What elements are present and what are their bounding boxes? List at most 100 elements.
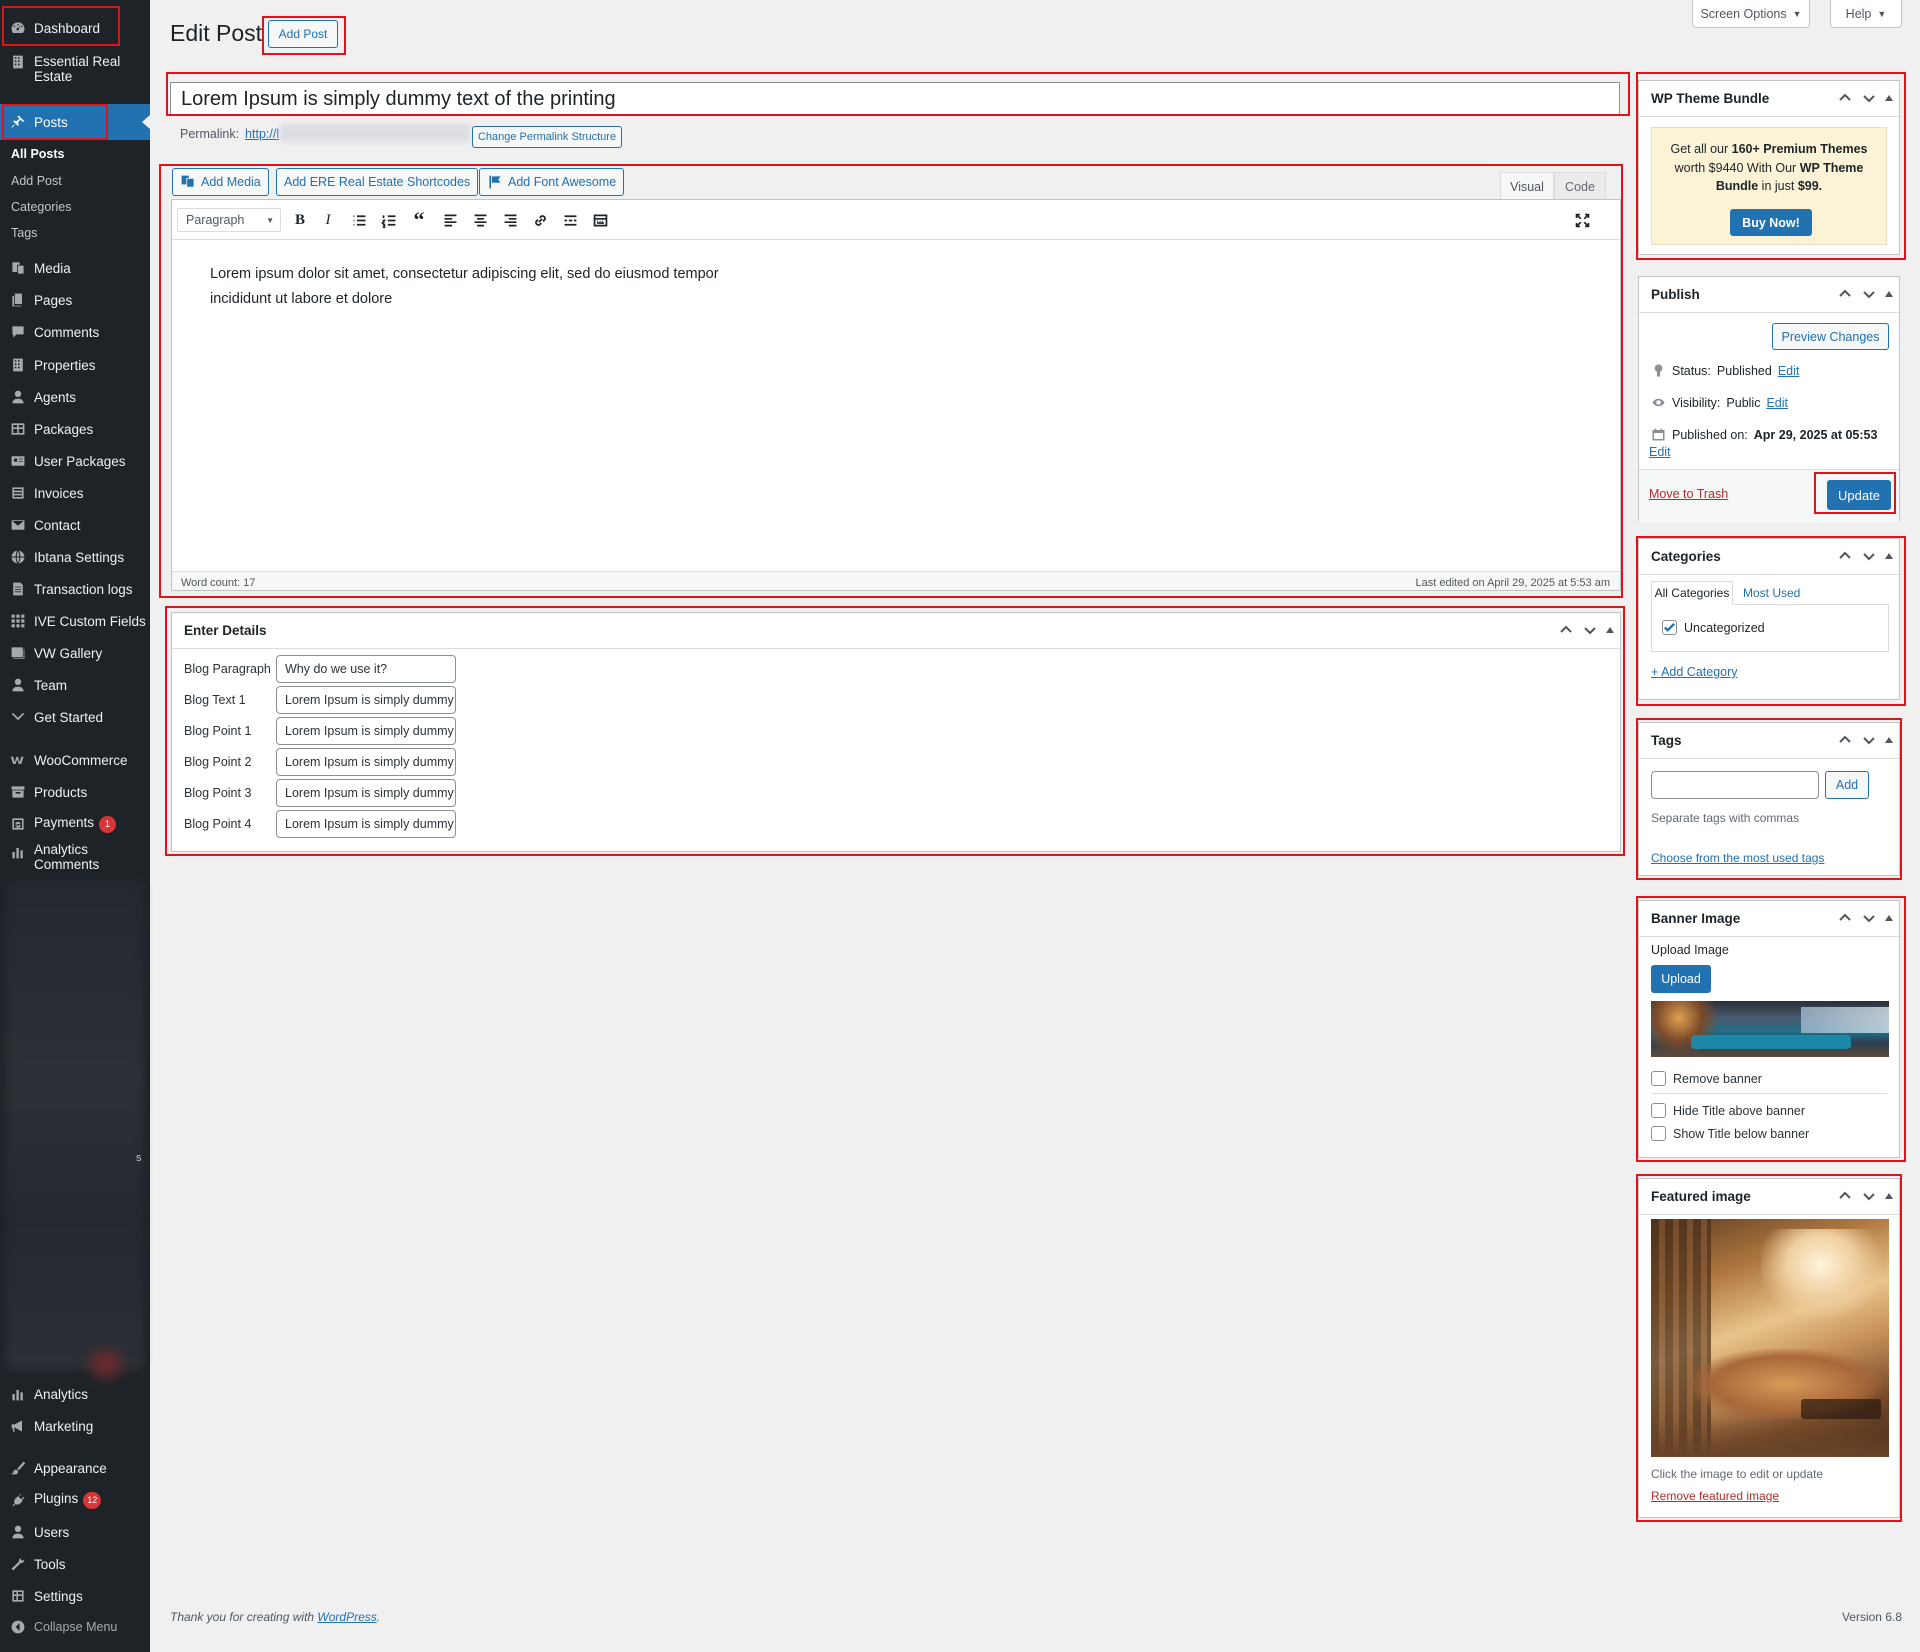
move-up-icon[interactable] xyxy=(1558,622,1574,638)
sidebar-item-payments[interactable]: Payments 1 xyxy=(0,808,150,840)
tag-input[interactable] xyxy=(1651,771,1819,799)
edit-visibility-link[interactable]: Edit xyxy=(1766,396,1788,410)
preview-changes-button[interactable]: Preview Changes xyxy=(1772,323,1889,350)
toggle-panel-icon[interactable] xyxy=(1885,1193,1893,1199)
change-permalink-button[interactable]: Change Permalink Structure xyxy=(472,126,622,148)
sidebar-item-ibtana-settings[interactable]: Ibtana Settings xyxy=(0,541,150,573)
sidebar-item-transaction-logs[interactable]: Transaction logs xyxy=(0,573,150,605)
move-down-icon[interactable] xyxy=(1861,548,1877,564)
move-up-icon[interactable] xyxy=(1837,910,1853,926)
tab-code[interactable]: Code xyxy=(1554,172,1606,200)
details-input-4[interactable]: Lorem Ipsum is simply dummy xyxy=(276,779,456,807)
align-left-icon[interactable] xyxy=(438,208,462,232)
editor-content[interactable]: Lorem ipsum dolor sit amet, consectetur … xyxy=(210,262,1010,312)
add-post-button[interactable]: Add Post xyxy=(268,20,338,48)
sidebar-item-properties[interactable]: Properties xyxy=(0,349,150,381)
category-item-uncategorized[interactable]: Uncategorized xyxy=(1662,620,1765,635)
move-up-icon[interactable] xyxy=(1837,286,1853,302)
move-up-icon[interactable] xyxy=(1837,1188,1853,1204)
sidebar-item-appearance[interactable]: Appearance xyxy=(0,1452,150,1484)
tab-most-used[interactable]: Most Used xyxy=(1743,581,1800,605)
sidebar-item-invoices[interactable]: Invoices xyxy=(0,477,150,509)
sidebar-item-woocommerce[interactable]: WooCommerce xyxy=(0,744,150,776)
hide-title-checkbox[interactable] xyxy=(1651,1103,1666,1118)
toggle-panel-icon[interactable] xyxy=(1885,291,1893,297)
details-input-0[interactable]: Why do we use it? xyxy=(276,655,456,683)
sidebar-item-essential-real-estate[interactable]: Essential Real Estate xyxy=(0,52,150,86)
sidebar-item-comments[interactable]: Comments xyxy=(0,316,150,348)
tab-visual[interactable]: Visual xyxy=(1500,172,1554,200)
sidebar-item-user-packages[interactable]: User Packages xyxy=(0,445,150,477)
sidebar-item-media[interactable]: Media xyxy=(0,252,150,284)
move-down-icon[interactable] xyxy=(1861,732,1877,748)
sidebar-item-team[interactable]: Team xyxy=(0,669,150,701)
sidebar-item-contact[interactable]: Contact xyxy=(0,509,150,541)
sidebar-item-tools[interactable]: Tools xyxy=(0,1548,150,1580)
choose-most-used-tags-link[interactable]: Choose from the most used tags xyxy=(1651,851,1824,865)
remove-featured-image-link[interactable]: Remove featured image xyxy=(1651,1489,1779,1503)
update-button[interactable]: Update xyxy=(1827,480,1891,510)
move-down-icon[interactable] xyxy=(1861,910,1877,926)
help-toggle[interactable]: Help ▼ xyxy=(1830,0,1902,28)
show-title-checkbox[interactable] xyxy=(1651,1126,1666,1141)
sidebar-item-analytics[interactable]: Analytics xyxy=(0,1378,150,1410)
collapse-menu-button[interactable]: Collapse Menu xyxy=(0,1611,150,1643)
add-category-link[interactable]: + Add Category xyxy=(1651,665,1738,679)
post-title-input[interactable]: Lorem Ipsum is simply dummy text of the … xyxy=(170,82,1620,116)
sidebar-item-packages[interactable]: Packages xyxy=(0,413,150,445)
submenu-all-posts[interactable]: All Posts xyxy=(11,147,65,161)
move-up-icon[interactable] xyxy=(1837,732,1853,748)
details-input-2[interactable]: Lorem Ipsum is simply dummy xyxy=(276,717,456,745)
sidebar-item-pages[interactable]: Pages xyxy=(0,284,150,316)
sidebar-item-vw-gallery[interactable]: VW Gallery xyxy=(0,637,150,669)
move-down-icon[interactable] xyxy=(1582,622,1598,638)
bold-icon[interactable]: B xyxy=(288,208,312,232)
toggle-panel-icon[interactable] xyxy=(1885,915,1893,921)
sidebar-item-marketing[interactable]: Marketing xyxy=(0,1410,150,1442)
toolbar-toggle-icon[interactable] xyxy=(588,208,612,232)
move-down-icon[interactable] xyxy=(1861,286,1877,302)
featured-preview-image[interactable] xyxy=(1651,1219,1889,1457)
sidebar-item-plugins[interactable]: Plugins 12 xyxy=(0,1484,150,1516)
sidebar-item-get-started[interactable]: Get Started xyxy=(0,701,150,733)
move-up-icon[interactable] xyxy=(1837,548,1853,564)
sidebar-item-dashboard[interactable]: Dashboard xyxy=(0,12,150,44)
toggle-panel-icon[interactable] xyxy=(1606,627,1614,633)
italic-icon[interactable]: I xyxy=(316,208,340,232)
sidebar-item-users[interactable]: Users xyxy=(0,1516,150,1548)
remove-banner-checkbox[interactable] xyxy=(1651,1071,1666,1086)
upload-button[interactable]: Upload xyxy=(1651,965,1711,993)
align-right-icon[interactable] xyxy=(498,208,522,232)
sidebar-item-ive-custom-fields[interactable]: IVE Custom Fields xyxy=(0,605,150,637)
fullscreen-icon[interactable] xyxy=(1570,208,1594,232)
add-ere-shortcodes-button[interactable]: Add ERE Real Estate Shortcodes xyxy=(276,168,479,196)
read-more-icon[interactable] xyxy=(558,208,582,232)
move-down-icon[interactable] xyxy=(1861,1188,1877,1204)
permalink-link[interactable]: http://l xyxy=(245,127,279,141)
add-font-awesome-button[interactable]: Add Font Awesome xyxy=(479,168,625,196)
sidebar-item-products[interactable]: Products xyxy=(0,776,150,808)
sidebar-item-agents[interactable]: Agents xyxy=(0,381,150,413)
toggle-panel-icon[interactable] xyxy=(1885,737,1893,743)
screen-options-toggle[interactable]: Screen Options ▼ xyxy=(1692,0,1810,28)
submenu-tags[interactable]: Tags xyxy=(11,226,37,240)
align-center-icon[interactable] xyxy=(468,208,492,232)
category-checkbox[interactable] xyxy=(1662,620,1677,635)
link-icon[interactable] xyxy=(528,208,552,232)
submenu-add-post[interactable]: Add Post xyxy=(11,174,62,188)
bullet-list-icon[interactable] xyxy=(347,208,371,232)
move-to-trash-link[interactable]: Move to Trash xyxy=(1649,487,1728,501)
toggle-panel-icon[interactable] xyxy=(1885,553,1893,559)
edit-date-link[interactable]: Edit xyxy=(1649,445,1671,459)
format-select[interactable]: Paragraph ▼ xyxy=(177,208,281,232)
sidebar-item-posts[interactable]: Posts xyxy=(0,104,150,140)
details-input-1[interactable]: Lorem Ipsum is simply dummy xyxy=(276,686,456,714)
wordpress-link[interactable]: WordPress xyxy=(317,1610,376,1624)
move-up-icon[interactable] xyxy=(1837,90,1853,106)
add-tag-button[interactable]: Add xyxy=(1825,771,1869,799)
toggle-panel-icon[interactable] xyxy=(1885,95,1893,101)
buy-now-button[interactable]: Buy Now! xyxy=(1730,209,1812,236)
edit-status-link[interactable]: Edit xyxy=(1778,364,1800,378)
details-input-3[interactable]: Lorem Ipsum is simply dummy xyxy=(276,748,456,776)
move-down-icon[interactable] xyxy=(1861,90,1877,106)
